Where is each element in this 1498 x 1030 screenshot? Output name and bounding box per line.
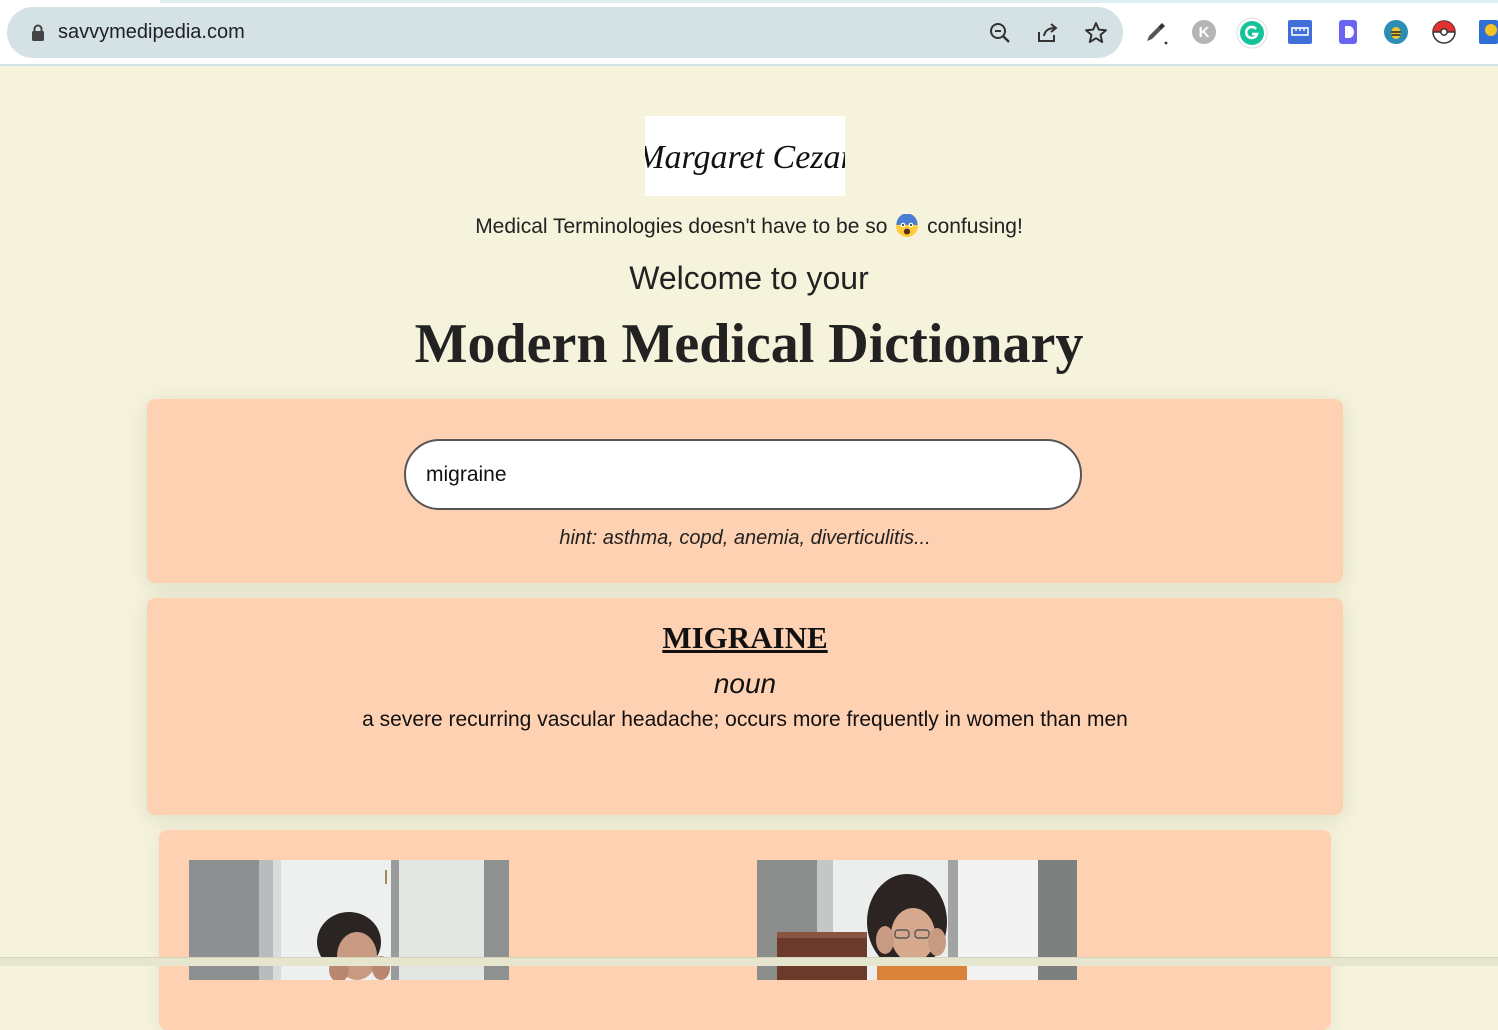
svg-text:Margaret Cezar: Margaret Cezar xyxy=(645,139,845,176)
svg-text:K: K xyxy=(1199,24,1210,41)
tagline-text-start: Medical Terminologies doesn't have to be… xyxy=(475,215,888,238)
k-extension-icon[interactable]: K xyxy=(1191,19,1217,45)
result-word: MIGRAINE xyxy=(662,620,828,655)
images-card xyxy=(159,830,1331,1030)
document-extension-icon[interactable] xyxy=(1335,19,1361,45)
url-text[interactable]: savvymedipedia.com xyxy=(58,21,245,44)
lock-icon[interactable] xyxy=(31,24,45,42)
bee-extension-icon[interactable] xyxy=(1383,19,1409,45)
search-hint: hint: asthma, copd, anemia, diverticulit… xyxy=(559,527,931,549)
share-icon[interactable] xyxy=(1035,20,1061,46)
search-card: hint: asthma, copd, anemia, diverticulit… xyxy=(147,399,1343,583)
site-logo[interactable]: Margaret Cezar xyxy=(645,116,845,196)
logo-signature: Margaret Cezar xyxy=(645,139,845,176)
zoom-out-icon[interactable] xyxy=(987,20,1013,46)
tab-strip-edge xyxy=(160,0,1498,3)
eyedropper-extension-icon[interactable] xyxy=(1143,19,1169,45)
welcome-heading: Welcome to your xyxy=(629,260,869,296)
grammarly-extension-icon[interactable] xyxy=(1236,17,1268,49)
tagline: Medical Terminologies doesn't have to be… xyxy=(0,214,1498,239)
pokeball-extension-icon[interactable] xyxy=(1431,19,1457,45)
tagline-text-end: confusing! xyxy=(927,215,1023,238)
page-title: Modern Medical Dictionary xyxy=(414,313,1084,375)
scared-face-icon xyxy=(896,214,919,237)
bookmark-star-icon[interactable] xyxy=(1083,20,1109,46)
part-of-speech: noun xyxy=(713,668,777,699)
address-bar[interactable]: savvymedipedia.com xyxy=(7,7,1123,58)
definition-text: a severe recurring vascular headache; oc… xyxy=(362,708,1128,731)
browser-toolbar: savvymedipedia.com K xyxy=(0,0,1498,66)
search-input[interactable] xyxy=(404,439,1082,510)
definition-card: MIGRAINE noun a severe recurring vascula… xyxy=(147,598,1343,815)
weather-extension-icon[interactable] xyxy=(1479,19,1498,45)
ruler-extension-icon[interactable] xyxy=(1287,19,1313,45)
